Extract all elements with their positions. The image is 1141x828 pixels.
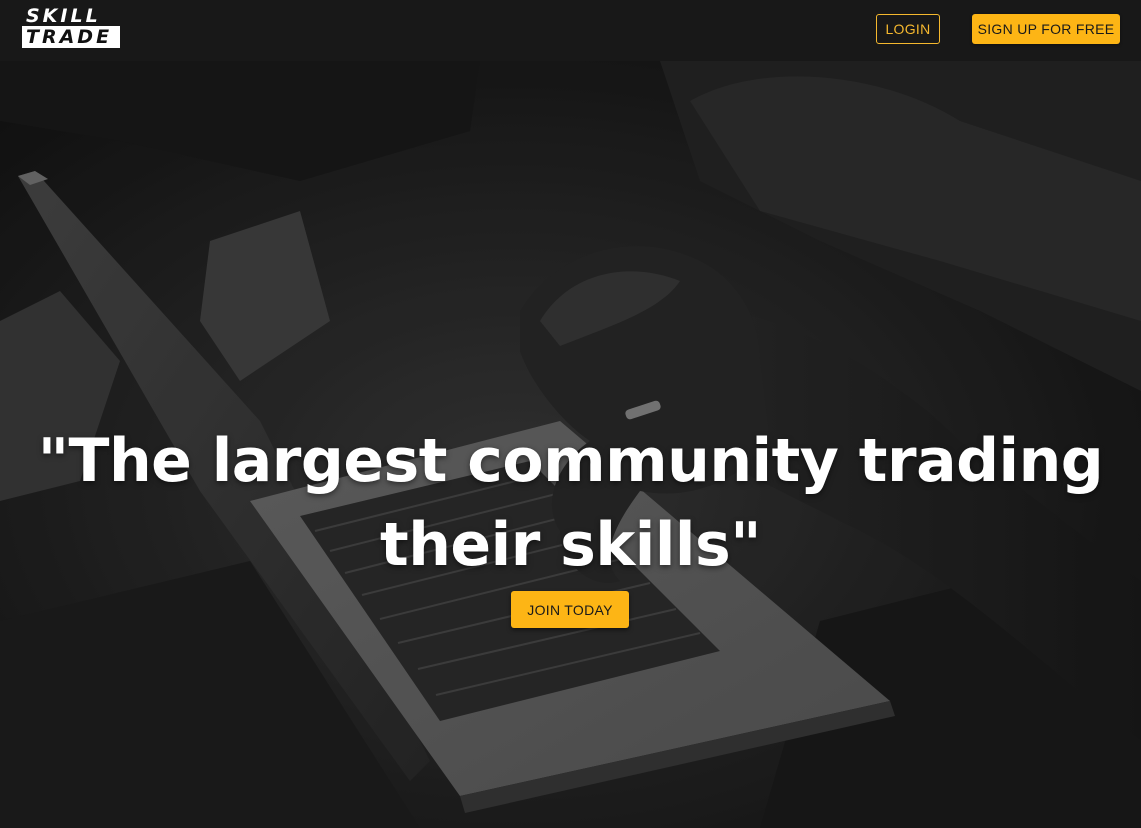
hero-headline: "The largest community trading their ski… bbox=[37, 426, 1104, 580]
skilltrade-logo[interactable]: SKILL TRADE bbox=[22, 5, 120, 49]
logo-text-skill: SKILL bbox=[26, 5, 101, 27]
join-today-button[interactable]: JOIN TODAY bbox=[511, 591, 629, 628]
login-button[interactable]: LOGIN bbox=[876, 14, 940, 44]
logo-text-trade: TRADE bbox=[22, 26, 120, 48]
top-navbar: SKILL TRADE LOGIN SIGN UP FOR FREE bbox=[0, 0, 1141, 61]
hero-section: "The largest community trading their ski… bbox=[0, 61, 1141, 828]
signup-button[interactable]: SIGN UP FOR FREE bbox=[972, 14, 1120, 44]
